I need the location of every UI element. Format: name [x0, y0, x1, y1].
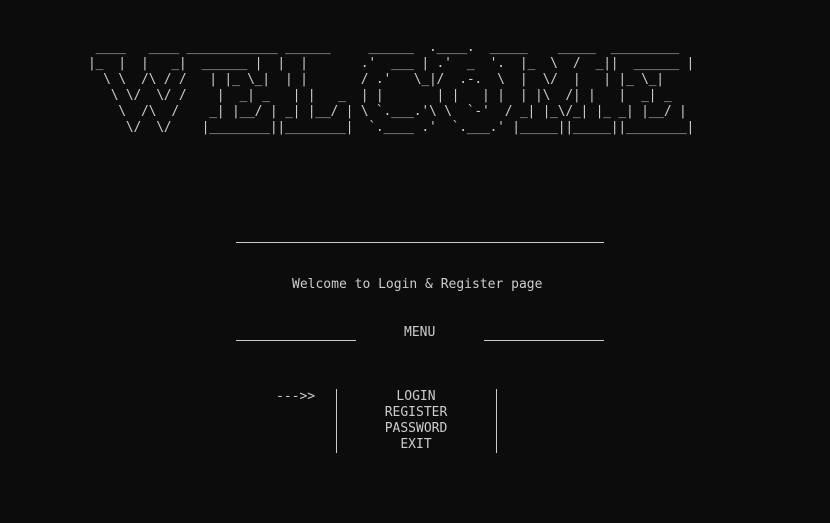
menu-item-exit[interactable]: EXIT	[340, 437, 492, 453]
menu-item-password[interactable]: PASSWORD	[340, 421, 492, 437]
menu-border-right	[496, 389, 497, 453]
menu-divider-right	[484, 340, 604, 341]
menu-item-register[interactable]: REGISTER	[340, 405, 492, 421]
menu-item-login[interactable]: LOGIN	[340, 389, 492, 405]
menu-border-left	[336, 389, 337, 453]
menu-divider-left	[236, 340, 356, 341]
top-divider	[236, 242, 604, 243]
welcome-ascii-banner: ____ ____ ____________ ______ ______ .__…	[88, 40, 695, 135]
page-subtitle: Welcome to Login & Register page	[292, 277, 543, 292]
menu-title: MENU	[404, 325, 436, 340]
menu-cursor-arrow: --->>	[276, 389, 316, 404]
